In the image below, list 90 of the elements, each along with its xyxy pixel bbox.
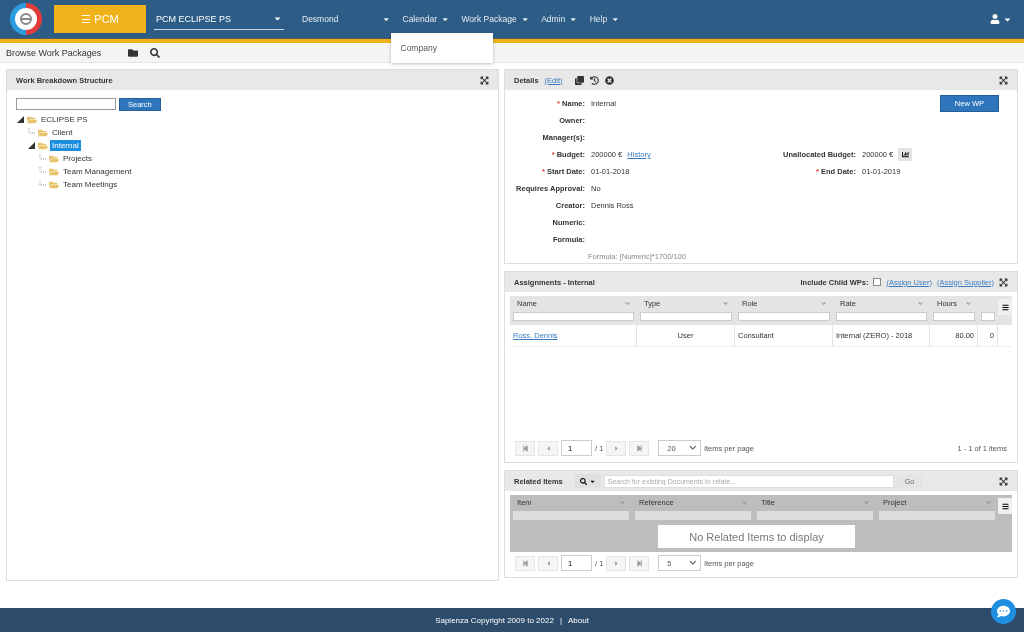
expanded-toggle-icon[interactable] bbox=[27, 142, 36, 149]
last-page-button[interactable] bbox=[629, 555, 650, 571]
page-title: Browse Work Packages bbox=[6, 47, 103, 58]
previous-icon bbox=[544, 559, 552, 567]
folder-icon bbox=[38, 140, 48, 151]
column-filter-field[interactable] bbox=[640, 312, 732, 321]
first-page-button[interactable] bbox=[515, 555, 535, 571]
folder-icon bbox=[49, 153, 59, 164]
tree-line-icon[interactable] bbox=[38, 154, 47, 163]
last-icon bbox=[635, 559, 643, 567]
folder-icon bbox=[49, 166, 59, 177]
column-filter-field[interactable] bbox=[738, 312, 830, 321]
previous-icon bbox=[544, 444, 552, 452]
tree-node[interactable]: ECLIPSE PS bbox=[39, 114, 90, 125]
chevron-icon bbox=[620, 500, 625, 505]
tree-node[interactable]: Team Management bbox=[61, 166, 134, 177]
folder-icon bbox=[38, 127, 48, 138]
expand-icon bbox=[999, 75, 1008, 85]
tree-node[interactable]: Team Meetings bbox=[61, 179, 120, 190]
column-filter-field[interactable] bbox=[836, 312, 927, 321]
column-filter-field[interactable] bbox=[981, 312, 995, 321]
first-icon bbox=[521, 559, 529, 567]
copy-icon[interactable] bbox=[574, 75, 584, 85]
caret-icon bbox=[273, 14, 282, 23]
close-icon[interactable] bbox=[604, 75, 614, 85]
chevron-icon bbox=[918, 301, 923, 306]
chevron-icon bbox=[864, 500, 869, 505]
column-filter-field[interactable] bbox=[933, 312, 975, 321]
expand-icon bbox=[999, 476, 1008, 486]
next-icon bbox=[612, 444, 620, 452]
chevron-icon bbox=[688, 559, 697, 567]
project-select[interactable]: PCM ECLIPSE PS bbox=[154, 8, 284, 30]
tree-node[interactable]: Internal bbox=[50, 140, 81, 151]
chevron-icon bbox=[821, 301, 826, 306]
menu-icon bbox=[1001, 502, 1009, 510]
column-filter-field[interactable] bbox=[757, 511, 873, 520]
expand-icon bbox=[999, 277, 1008, 287]
nav-menu[interactable]: Work Package bbox=[455, 0, 536, 38]
column-filter-field[interactable] bbox=[513, 312, 634, 321]
nav-menu[interactable]: Admin bbox=[535, 0, 584, 38]
copyright-text: Sapienza Copyright 2009 to 2022 bbox=[435, 615, 554, 625]
chevron-icon bbox=[742, 500, 747, 505]
search-icon[interactable] bbox=[150, 47, 160, 58]
speech-bubble-icon bbox=[997, 605, 1010, 618]
tree-line-icon[interactable] bbox=[38, 180, 47, 189]
nav-menu[interactable]: Desmond bbox=[296, 0, 397, 38]
last-icon bbox=[635, 444, 643, 452]
chevron-icon bbox=[986, 500, 991, 505]
nav-menu[interactable]: Help bbox=[583, 0, 626, 38]
next-page-button[interactable] bbox=[606, 555, 627, 571]
folder-icon[interactable] bbox=[128, 47, 138, 58]
separator: | bbox=[559, 615, 562, 625]
tree-node[interactable]: Client bbox=[50, 127, 75, 138]
dropdown-item[interactable]: Company bbox=[400, 43, 437, 53]
chevron-icon bbox=[966, 301, 971, 306]
search-type-dropdown[interactable] bbox=[574, 474, 601, 488]
next-page-button[interactable] bbox=[606, 440, 627, 456]
next-icon bbox=[612, 559, 620, 567]
tree-line-icon[interactable] bbox=[27, 128, 36, 137]
empty-message: No Related Items to display bbox=[658, 525, 855, 548]
chevron-icon bbox=[723, 301, 728, 306]
column-filter-field[interactable] bbox=[513, 511, 629, 520]
search-icon bbox=[579, 477, 587, 485]
folder-icon bbox=[27, 114, 37, 125]
expanded-toggle-icon[interactable] bbox=[16, 116, 25, 123]
chat-button[interactable] bbox=[991, 599, 1016, 624]
tree-node[interactable]: Projects bbox=[61, 153, 94, 164]
folder-icon bbox=[49, 179, 59, 190]
first-page-button[interactable] bbox=[515, 440, 535, 456]
chevron-icon bbox=[688, 444, 697, 452]
column-filter-field[interactable] bbox=[879, 511, 995, 520]
logo-icon[interactable] bbox=[10, 3, 42, 35]
menu-icon bbox=[1001, 303, 1009, 311]
last-page-button[interactable] bbox=[629, 440, 650, 456]
previous-page-button[interactable] bbox=[538, 440, 558, 456]
history-icon[interactable] bbox=[589, 75, 599, 85]
include-child-checkbox[interactable] bbox=[873, 278, 882, 286]
previous-page-button[interactable] bbox=[538, 555, 558, 571]
chevron-icon bbox=[625, 301, 630, 306]
tree-search-field[interactable] bbox=[16, 98, 116, 110]
expand-icon bbox=[480, 75, 489, 85]
tree-line-icon[interactable] bbox=[38, 167, 47, 176]
first-icon bbox=[521, 444, 529, 452]
column-menu-button[interactable] bbox=[998, 498, 1012, 514]
about-link[interactable]: About bbox=[567, 615, 589, 625]
bar-chart-icon bbox=[901, 151, 909, 158]
chart-button[interactable] bbox=[898, 148, 913, 161]
column-menu-button[interactable] bbox=[998, 299, 1012, 315]
column-filter-field[interactable] bbox=[635, 511, 751, 520]
user-icon bbox=[990, 14, 1000, 24]
